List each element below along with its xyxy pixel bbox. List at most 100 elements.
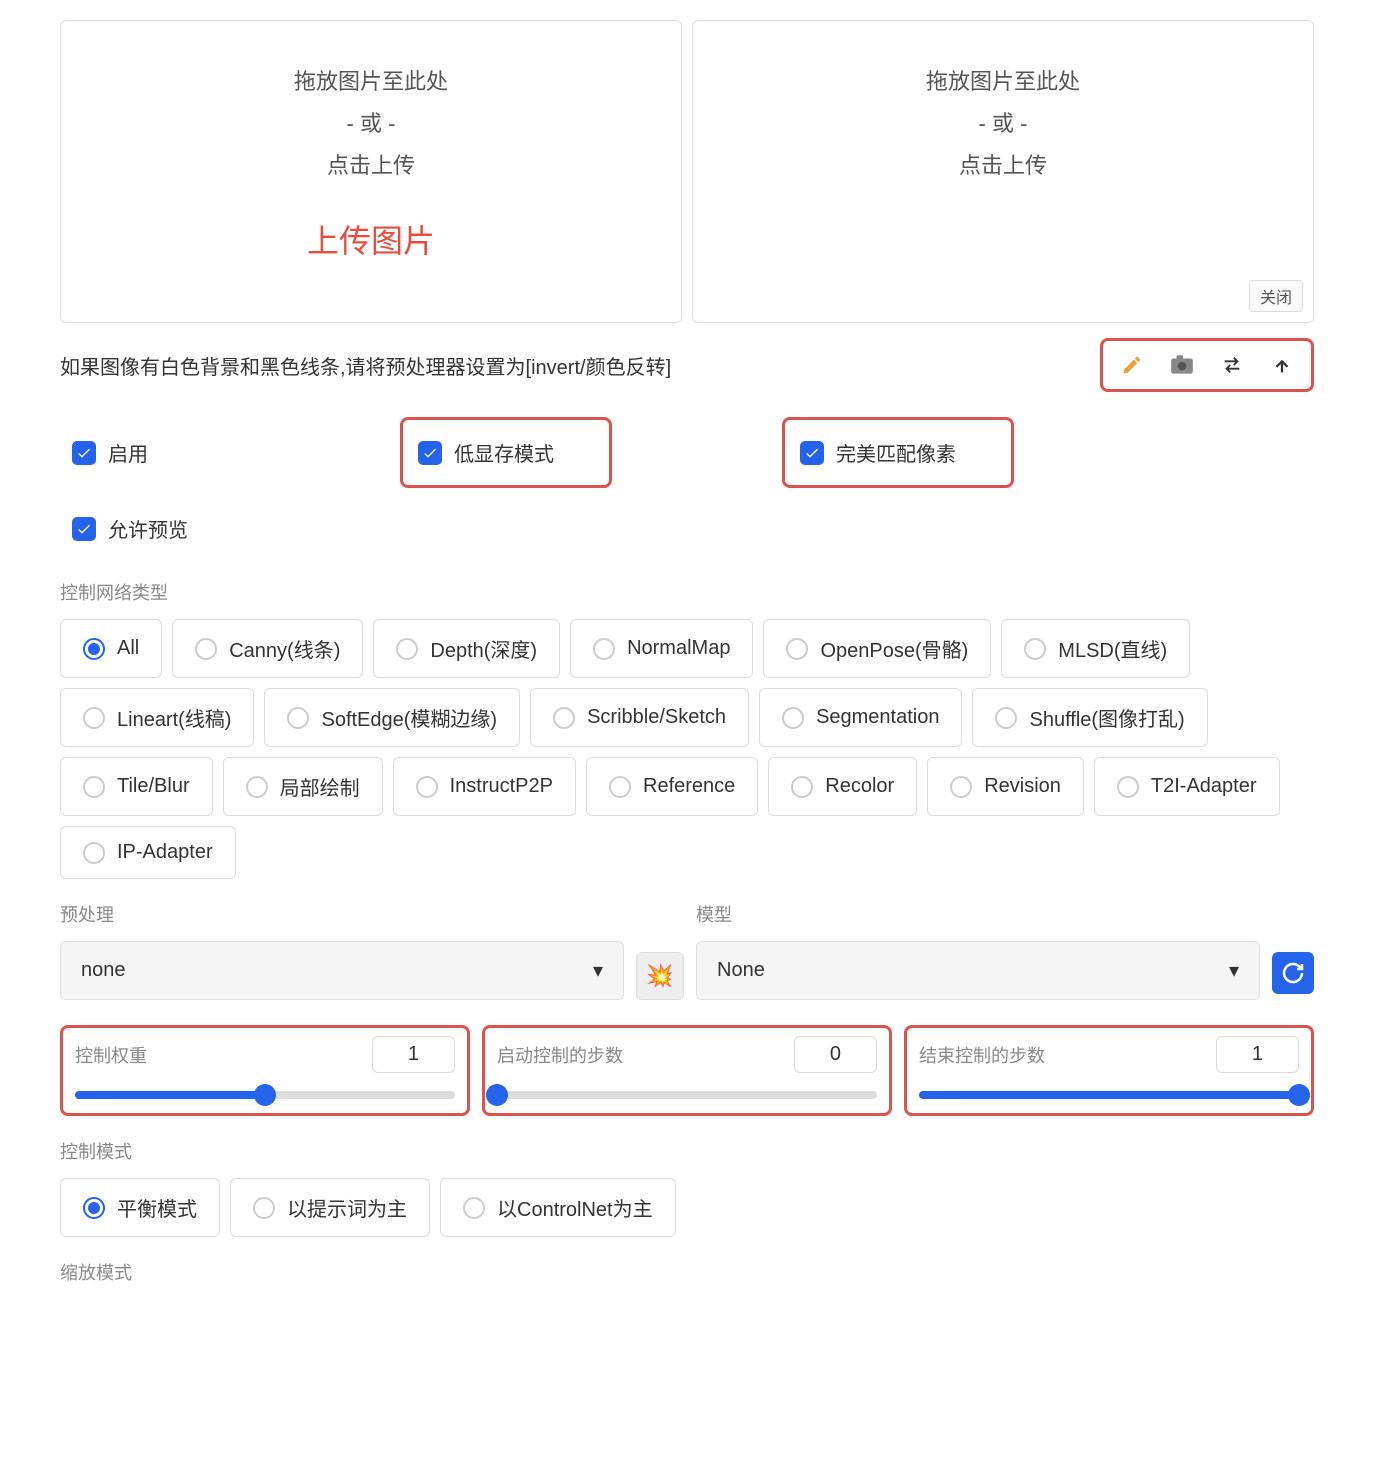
radio-label: 以ControlNet为主	[497, 1193, 653, 1222]
upload-or-text: - 或 -	[81, 103, 661, 145]
control-type-option[interactable]: SoftEdge(模糊边缘)	[264, 688, 520, 747]
control-type-option[interactable]: Lineart(线稿)	[60, 688, 254, 747]
radio-icon	[791, 776, 813, 798]
slider-end-value[interactable]: 1	[1216, 1036, 1299, 1073]
checkbox-pixel-perfect[interactable]: 完美匹配像素	[782, 417, 1014, 488]
control-type-option[interactable]: T2I-Adapter	[1094, 757, 1280, 816]
slider-weight-value[interactable]: 1	[372, 1036, 455, 1073]
upload-arrow-icon[interactable]	[1257, 345, 1307, 385]
radio-label: 局部绘制	[280, 772, 360, 801]
checkbox-label: 启用	[108, 438, 148, 467]
radio-icon	[463, 1197, 485, 1219]
control-mode-grid: 平衡模式 以提示词为主 以ControlNet为主	[60, 1178, 1314, 1237]
radio-label: 以提示词为主	[287, 1193, 407, 1222]
control-type-option[interactable]: Scribble/Sketch	[530, 688, 749, 747]
radio-icon	[246, 776, 268, 798]
checkbox-low-vram[interactable]: 低显存模式	[400, 417, 612, 488]
radio-label: IP-Adapter	[117, 841, 213, 864]
info-text: 如果图像有白色背景和黑色线条,请将预处理器设置为[invert/颜色反转]	[60, 351, 671, 380]
control-type-option[interactable]: Reference	[586, 757, 758, 816]
resize-mode-label: 缩放模式	[60, 1259, 1314, 1285]
slider-start-track[interactable]	[497, 1091, 877, 1099]
control-type-option[interactable]: 局部绘制	[223, 757, 383, 816]
radio-icon	[1117, 776, 1139, 798]
checkbox-icon	[72, 517, 96, 541]
model-label: 模型	[696, 901, 1260, 927]
radio-label: MLSD(直线)	[1058, 634, 1167, 663]
control-type-option[interactable]: NormalMap	[570, 619, 753, 678]
radio-label: Reference	[643, 775, 735, 798]
control-type-option[interactable]: Recolor	[768, 757, 917, 816]
slider-weight-track[interactable]	[75, 1091, 455, 1099]
close-button[interactable]: 关闭	[1249, 280, 1303, 312]
radio-icon	[995, 707, 1017, 729]
upload-drag-text: 拖放图片至此处	[713, 61, 1293, 103]
control-type-option[interactable]: Revision	[927, 757, 1084, 816]
camera-icon[interactable]	[1157, 345, 1207, 385]
upload-box-right[interactable]: 拖放图片至此处 - 或 - 点击上传 关闭	[692, 20, 1314, 323]
pencil-icon[interactable]	[1107, 345, 1157, 385]
control-type-option[interactable]: Tile/Blur	[60, 757, 213, 816]
control-type-option[interactable]: Depth(深度)	[373, 619, 560, 678]
radio-icon	[253, 1197, 275, 1219]
control-mode-option[interactable]: 以ControlNet为主	[440, 1178, 676, 1237]
control-type-option[interactable]: Segmentation	[759, 688, 962, 747]
checkbox-icon	[800, 441, 824, 465]
checkbox-label: 允许预览	[108, 514, 188, 543]
radio-icon	[786, 638, 808, 660]
control-type-option[interactable]: MLSD(直线)	[1001, 619, 1190, 678]
tool-group	[1100, 338, 1314, 392]
radio-icon	[83, 776, 105, 798]
control-type-label: 控制网络类型	[60, 579, 1314, 605]
radio-label: Depth(深度)	[430, 634, 537, 663]
control-type-option[interactable]: Canny(线条)	[172, 619, 363, 678]
preprocessor-select[interactable]: none ▾	[60, 941, 624, 1000]
radio-label: InstructP2P	[450, 775, 553, 798]
control-type-option[interactable]: IP-Adapter	[60, 826, 236, 879]
upload-drag-text: 拖放图片至此处	[81, 61, 661, 103]
explode-button[interactable]: 💥	[636, 952, 684, 1000]
upload-click-text: 点击上传	[713, 145, 1293, 187]
slider-weight: 控制权重 1	[60, 1025, 470, 1116]
radio-icon	[195, 638, 217, 660]
control-mode-option[interactable]: 平衡模式	[60, 1178, 220, 1237]
refresh-button[interactable]	[1272, 952, 1314, 994]
model-select[interactable]: None ▾	[696, 941, 1260, 1000]
radio-label: Tile/Blur	[117, 775, 190, 798]
checkbox-allow-preview[interactable]: 允许预览	[60, 508, 200, 549]
radio-label: Recolor	[825, 775, 894, 798]
upload-box-left[interactable]: 拖放图片至此处 - 或 - 点击上传 上传图片	[60, 20, 682, 323]
checkbox-icon	[72, 441, 96, 465]
radio-icon	[1024, 638, 1046, 660]
radio-label: All	[117, 637, 139, 660]
slider-start-label: 启动控制的步数	[497, 1042, 623, 1068]
radio-icon	[83, 707, 105, 729]
preprocessor-value: none	[81, 959, 126, 982]
radio-label: Revision	[984, 775, 1061, 798]
chevron-down-icon: ▾	[593, 958, 603, 983]
radio-label: 平衡模式	[117, 1193, 197, 1222]
radio-icon	[609, 776, 631, 798]
radio-icon	[83, 638, 105, 660]
control-type-grid: All Canny(线条) Depth(深度) NormalMap OpenPose(骨…	[60, 619, 1314, 879]
chevron-down-icon: ▾	[1229, 958, 1239, 983]
control-type-option[interactable]: Shuffle(图像打乱)	[972, 688, 1207, 747]
slider-start: 启动控制的步数 0	[482, 1025, 892, 1116]
upload-click-text: 点击上传	[81, 145, 661, 187]
swap-icon[interactable]	[1207, 345, 1257, 385]
checkbox-enable[interactable]: 启用	[60, 417, 160, 488]
radio-label: Scribble/Sketch	[587, 706, 726, 729]
checkbox-icon	[418, 441, 442, 465]
slider-start-value[interactable]: 0	[794, 1036, 877, 1073]
radio-label: OpenPose(骨骼)	[820, 634, 968, 663]
radio-label: Lineart(线稿)	[117, 703, 231, 732]
radio-icon	[396, 638, 418, 660]
upload-caption: 上传图片	[81, 216, 661, 262]
radio-label: Canny(线条)	[229, 634, 340, 663]
control-type-option[interactable]: OpenPose(骨骼)	[763, 619, 991, 678]
control-type-option[interactable]: InstructP2P	[393, 757, 576, 816]
radio-label: T2I-Adapter	[1151, 775, 1257, 798]
control-mode-option[interactable]: 以提示词为主	[230, 1178, 430, 1237]
slider-end-track[interactable]	[919, 1091, 1299, 1099]
control-type-option[interactable]: All	[60, 619, 162, 678]
